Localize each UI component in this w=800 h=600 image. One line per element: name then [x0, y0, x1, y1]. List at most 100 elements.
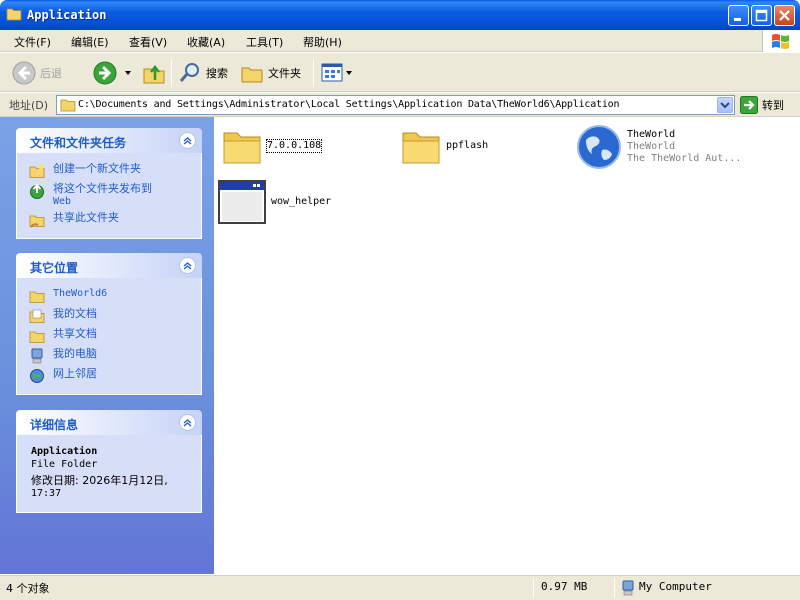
panel-title: 文件和文件夹任务 [30, 136, 127, 150]
title-bar[interactable]: Application [0, 0, 800, 30]
toolbar-separator [313, 59, 314, 87]
file-tasks-header[interactable]: 文件和文件夹任务 [16, 128, 202, 153]
window-title: Application [27, 8, 107, 22]
file-description: TheWorld [627, 141, 676, 152]
menu-tools[interactable]: 工具(T) [246, 34, 283, 50]
maximize-icon [755, 9, 768, 22]
maximize-button[interactable] [751, 5, 772, 26]
folders-button[interactable]: 文件夹 [240, 59, 301, 87]
place-shared-documents[interactable]: 共享文档 [17, 326, 201, 346]
task-label: 共享此文件夹 [53, 211, 119, 224]
details-header[interactable]: 详细信息 [16, 410, 202, 435]
file-tasks-body: 创建一个新文件夹 将这个文件夹发布到 Web 共享此文件夹 [16, 153, 202, 239]
menu-favorites[interactable]: 收藏(A) [187, 34, 225, 50]
chevron-up-icon [183, 137, 192, 145]
details-modified-time: 17:37 [31, 488, 62, 499]
menu-view[interactable]: 查看(V) [129, 34, 167, 50]
search-label: 搜索 [206, 67, 228, 80]
back-arrow-icon [12, 61, 36, 85]
chevron-up-icon [183, 419, 192, 427]
go-button[interactable]: 转到 [740, 95, 784, 115]
task-label: 创建一个新文件夹 [53, 162, 141, 175]
back-label: 后退 [40, 67, 62, 80]
status-object-count: 4 个对象 [6, 582, 50, 595]
folder-icon [402, 132, 440, 164]
task-share-folder[interactable]: 共享此文件夹 [17, 210, 201, 230]
toolbar: 后退 搜索 文件夹 [0, 53, 800, 92]
application-window-icon [218, 180, 266, 224]
menu-edit[interactable]: 编辑(E) [71, 34, 109, 50]
minimize-icon [734, 18, 741, 21]
collapse-button[interactable] [179, 414, 196, 431]
back-button[interactable]: 后退 [12, 59, 62, 87]
chevron-down-icon [125, 71, 131, 75]
go-label: 转到 [762, 99, 784, 112]
address-bar: 地址(D) C:\Documents and Settings\Administ… [0, 93, 800, 117]
menu-help[interactable]: 帮助(H) [303, 34, 342, 50]
folder-icon [223, 132, 261, 164]
up-folder-button[interactable] [142, 59, 166, 87]
file-item-folder[interactable]: 7.0.0.108 [222, 127, 323, 165]
forward-dropdown[interactable] [124, 59, 132, 87]
chevron-up-icon [183, 262, 192, 270]
close-icon [779, 10, 790, 21]
file-item-folder[interactable]: ppflash [401, 127, 488, 165]
file-name: TheWorld [627, 129, 676, 140]
views-button[interactable] [321, 59, 353, 87]
views-icon [321, 63, 343, 82]
windows-flag-icon [772, 34, 789, 49]
file-item-app[interactable]: TheWorld TheWorld The TheWorld Aut... [576, 124, 741, 170]
minimize-button[interactable] [728, 5, 749, 26]
theworld-globe-icon [577, 125, 621, 169]
menu-bar: 文件(F) 编辑(E) 查看(V) 收藏(A) 工具(T) 帮助(H) [0, 30, 800, 52]
place-label: 我的文档 [53, 307, 97, 320]
windows-logo [762, 30, 800, 52]
toolbar-separator [171, 59, 172, 87]
my-computer-icon [622, 580, 634, 596]
folders-label: 文件夹 [268, 67, 301, 80]
address-input[interactable]: C:\Documents and Settings\Administrator\… [56, 95, 735, 115]
go-arrow-icon [740, 96, 758, 114]
details-type: File Folder [31, 459, 98, 470]
close-button[interactable] [774, 5, 795, 26]
place-my-computer[interactable]: 我的电脑 [17, 346, 201, 366]
search-button[interactable]: 搜索 [178, 59, 228, 87]
chevron-down-icon [346, 71, 352, 75]
task-pane: 文件和文件夹任务 创建一个新文件夹 将这个文件夹发布到 Web 共享此文件夹 其它… [0, 117, 214, 574]
place-my-documents[interactable]: 我的文档 [17, 306, 201, 326]
task-new-folder[interactable]: 创建一个新文件夹 [17, 161, 201, 181]
place-label: TheWorld6 [53, 288, 108, 299]
details-panel: 详细信息 Application File Folder 修改日期: 2026年… [16, 410, 202, 513]
other-places-panel: 其它位置 TheWorld6 我的文档 共享文档 我的电脑 网上邻居 [16, 253, 202, 395]
forward-button[interactable] [93, 59, 117, 87]
address-dropdown-button[interactable] [717, 97, 733, 113]
folders-icon [241, 67, 263, 83]
share-folder-icon [29, 215, 45, 228]
details-name: Application [31, 446, 98, 457]
collapse-button[interactable] [179, 132, 196, 149]
status-divider [533, 578, 534, 598]
details-body: Application File Folder 修改日期: 2026年1月12日… [16, 435, 202, 513]
task-label-web: Web [53, 196, 72, 207]
place-network[interactable]: 网上邻居 [17, 366, 201, 386]
place-theworld6[interactable]: TheWorld6 [17, 286, 201, 306]
file-name: 7.0.0.108 [265, 139, 323, 153]
file-name: wow_helper [271, 196, 332, 207]
forward-arrow-icon [93, 61, 117, 85]
file-view[interactable]: 7.0.0.108 ppflash TheWorld TheWorld The … [214, 117, 800, 574]
other-places-header[interactable]: 其它位置 [16, 253, 202, 278]
panel-title: 详细信息 [30, 418, 79, 432]
place-label: 网上邻居 [53, 367, 97, 380]
file-item-app[interactable]: wow_helper [218, 180, 331, 224]
up-folder-icon [143, 64, 165, 84]
status-divider [614, 578, 615, 598]
status-size: 0.97 MB [541, 580, 588, 593]
status-bar: 4 个对象 0.97 MB My Computer [0, 575, 800, 600]
collapse-button[interactable] [179, 257, 196, 274]
file-name: ppflash [446, 140, 489, 151]
task-publish-web[interactable]: 将这个文件夹发布到 Web [17, 181, 201, 210]
place-label: 共享文档 [53, 327, 97, 340]
details-modified: 修改日期: 2026年1月12日, [31, 474, 168, 487]
other-places-body: TheWorld6 我的文档 共享文档 我的电脑 网上邻居 [16, 278, 202, 395]
menu-file[interactable]: 文件(F) [14, 34, 51, 50]
